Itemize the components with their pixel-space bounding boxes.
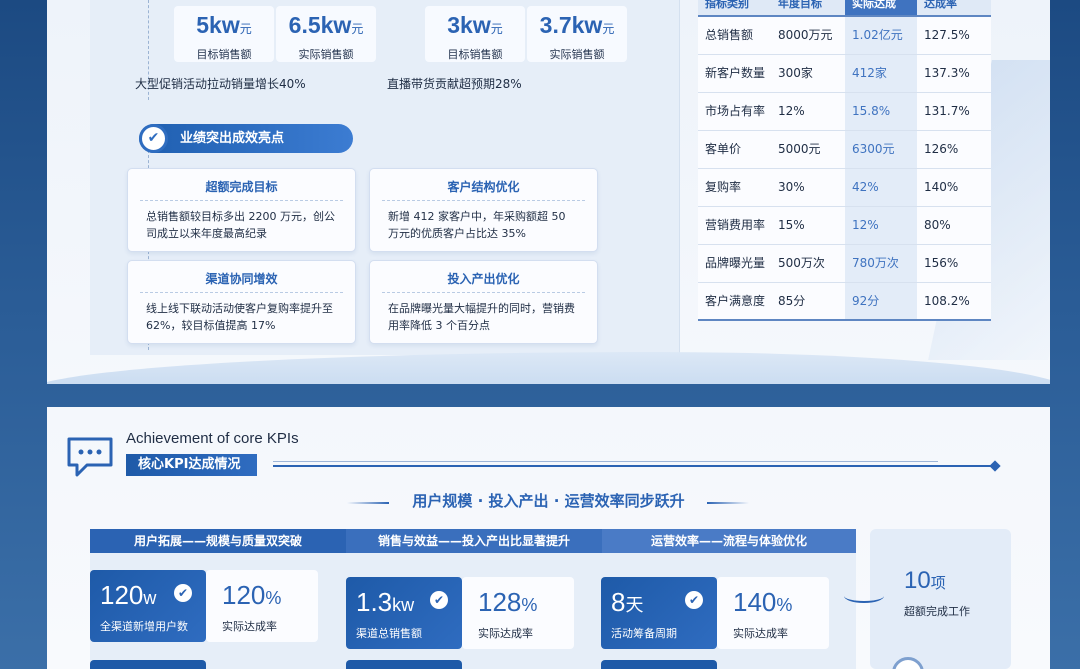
metric-prep-cycle: 8天 ✔ 活动筹备周期	[601, 577, 717, 649]
kpi-target-sales-2: 3kw元 目标销售额	[425, 6, 525, 62]
highlight-card: 渠道协同增效 线上线下联动活动使客户复购率提升至 62%，较目标值提高 17%	[127, 260, 356, 344]
highlight-card: 投入产出优化 在品牌曝光量大幅提升的同时，营销费用率降低 3 个百分点	[369, 260, 598, 344]
rate-new-users: 120% 实际达成率	[206, 570, 318, 642]
title-rule-thin	[273, 461, 938, 462]
connector-arc	[844, 589, 884, 603]
diamond-icon	[989, 460, 1001, 472]
core-kpi-panel: Achievement of core KPIs 核心KPI达成情况 用户规模 …	[47, 407, 1050, 669]
chat-bubble-icon	[67, 437, 113, 477]
table-row: 总销售额 8000万元 1.02亿元 127.5%	[698, 17, 991, 55]
kpi-actual-sales-1: 6.5kw元 实际销售额	[276, 6, 376, 62]
kpi-table: 指标类别 年度目标 实际达成 达成率 总销售额 8000万元 1.02亿元 127.…	[698, 0, 991, 321]
title-rule	[273, 465, 995, 467]
card-body: 在品牌曝光量大幅提升的同时，营销费用率降低 3 个百分点	[388, 302, 575, 332]
check-icon: ✔	[174, 584, 192, 602]
highlight-card: 超额完成目标 总销售额较目标多出 2200 万元，创公司成立以来年度最高纪录	[127, 168, 356, 252]
card-title: 客户结构优化	[382, 178, 585, 201]
metric-box-partial	[601, 660, 717, 669]
section-subtitle: 用户规模 · 投入产出 · 运营效率同步跃升	[412, 492, 685, 510]
card-title: 投入产出优化	[382, 270, 585, 293]
table-row: 复购率 30% 42% 140%	[698, 169, 991, 207]
highlight-card: 客户结构优化 新增 412 家客户中，年采购额超 50 万元的优质客户占比达 3…	[369, 168, 598, 252]
highlight-section-title: ✔ 业绩突出成效亮点	[139, 124, 353, 153]
category-user-growth: 用户拓展——规模与质量双突破	[90, 529, 346, 553]
category-sales-efficiency: 销售与效益——投入产出比显著提升	[346, 529, 602, 553]
section-title-cn: 核心KPI达成情况	[126, 454, 257, 476]
table-row: 客户满意度 85分 92分 108.2%	[698, 283, 991, 321]
subtitle-rule-right	[707, 502, 749, 504]
kpi-target-sales-1: 5kw元 目标销售额	[174, 6, 274, 62]
table-row: 市场占有率 12% 15.8% 131.7%	[698, 93, 991, 131]
category-operations: 运营效率——流程与体验优化	[602, 529, 856, 553]
note-livestream: 直播带货贡献超预期28%	[387, 77, 522, 91]
table-row: 营销费用率 15% 12% 80%	[698, 207, 991, 245]
extra-achievement-column: 10项 超额完成工作	[844, 529, 1011, 669]
card-body: 总销售额较目标多出 2200 万元，创公司成立以来年度最高纪录	[146, 210, 335, 240]
section-title-en: Achievement of core KPIs	[126, 430, 299, 447]
kpi-actual-sales-2: 3.7kw元 实际销售额	[527, 6, 627, 62]
card-body: 新增 412 家客户中，年采购额超 50 万元的优质客户占比达 35%	[388, 210, 566, 240]
sales-overview-panel: 5kw元 目标销售额 6.5kw元 实际销售额 3kw元 目标销售额 3.7kw…	[47, 0, 1050, 384]
panel-wave-divider	[47, 352, 1050, 384]
table-row: 品牌曝光量 500万次 780万次 156%	[698, 245, 991, 283]
card-title: 渠道协同增效	[140, 270, 343, 293]
check-icon: ✔	[430, 591, 448, 609]
check-icon: ✔	[139, 124, 168, 153]
metric-new-users: 120w ✔ 全渠道新增用户数	[90, 570, 206, 642]
note-promotion: 大型促销活动拉动销量增长40%	[135, 77, 306, 91]
metric-box-partial	[90, 660, 206, 669]
table-row: 客单价 5000元 6300元 126%	[698, 131, 991, 169]
card-title: 超额完成目标	[140, 178, 343, 201]
check-icon: ✔	[685, 591, 703, 609]
circle-icon	[892, 657, 924, 669]
table-header: 指标类别 年度目标 实际达成 达成率	[698, 0, 991, 17]
metric-channel-sales: 1.3kw ✔ 渠道总销售额	[346, 577, 462, 649]
rate-channel-sales: 128% 实际达成率	[462, 577, 574, 649]
table-row: 新客户数量 300家 412家 137.3%	[698, 55, 991, 93]
rate-prep-cycle: 140% 实际达成率	[717, 577, 829, 649]
metric-box-partial	[346, 660, 462, 669]
card-body: 线上线下联动活动使客户复购率提升至 62%，较目标值提高 17%	[146, 302, 333, 332]
